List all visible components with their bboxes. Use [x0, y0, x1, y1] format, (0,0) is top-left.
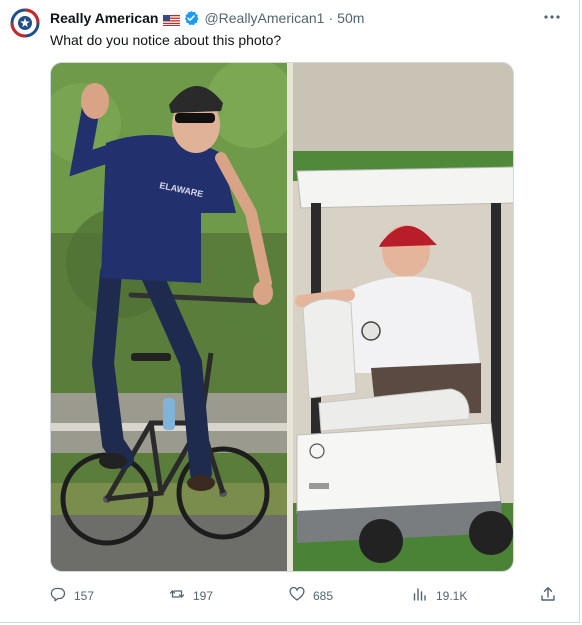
- photo-collage: ELAWARE: [51, 63, 513, 571]
- views-button[interactable]: 19.1K: [412, 586, 467, 606]
- tweet-text: What do you notice about this photo?: [50, 32, 282, 48]
- share-button[interactable]: [540, 586, 556, 606]
- share-icon: [540, 586, 556, 607]
- author-handle[interactable]: @ReallyAmerican1: [204, 10, 324, 26]
- views-icon: [412, 586, 428, 607]
- reply-icon: [50, 586, 66, 607]
- verified-badge-icon: [183, 10, 200, 26]
- like-icon: [289, 586, 305, 607]
- like-count: 685: [313, 589, 334, 603]
- repost-button[interactable]: 197: [169, 586, 213, 606]
- timestamp[interactable]: 50m: [337, 10, 364, 26]
- views-count: 19.1K: [436, 589, 468, 603]
- left-photo-bicycle: ELAWARE: [51, 63, 311, 571]
- tweet-card: Really American @ReallyAmerican1 · 50m W…: [0, 0, 580, 623]
- author-name[interactable]: Really American: [50, 10, 158, 26]
- repost-icon: [169, 586, 185, 607]
- like-button[interactable]: 685: [289, 586, 333, 606]
- right-photo-golf-cart: [293, 63, 513, 571]
- avatar-logo: [10, 8, 40, 38]
- post-image[interactable]: ELAWARE: [50, 62, 514, 572]
- repost-count: 197: [193, 589, 214, 603]
- tweet-header: Really American @ReallyAmerican1 · 50m: [50, 9, 364, 27]
- us-flag-icon: [163, 13, 181, 26]
- reply-count: 157: [74, 589, 95, 603]
- tweet-actions: 157 197 685 19.1K: [50, 586, 560, 606]
- avatar[interactable]: [10, 8, 40, 38]
- more-options-icon[interactable]: [542, 9, 562, 25]
- reply-button[interactable]: 157: [50, 586, 94, 606]
- header-separator: ·: [328, 10, 334, 26]
